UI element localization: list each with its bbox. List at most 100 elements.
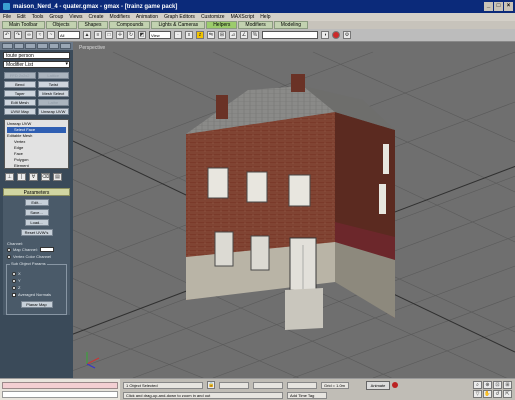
- minimize-button[interactable]: _: [484, 2, 493, 11]
- snap-toggle-icon[interactable]: ⊿: [229, 31, 237, 39]
- zoom-extents-icon[interactable]: ⊡: [493, 381, 502, 389]
- field-of-view-icon[interactable]: ▽: [473, 390, 482, 398]
- zoom-all-icon[interactable]: ⊕: [483, 381, 492, 389]
- mirror-icon[interactable]: ⇋: [207, 31, 215, 39]
- map-channel-spinner[interactable]: [39, 247, 54, 252]
- coord-y-field[interactable]: [253, 381, 283, 389]
- rotate-icon[interactable]: ↻: [127, 31, 135, 39]
- maxscript-mini-listener-input[interactable]: [2, 382, 118, 389]
- uvw-map-button[interactable]: UVW Map: [4, 108, 36, 115]
- object-name-field[interactable]: toute person: [3, 52, 70, 59]
- align-icon[interactable]: ⊞: [218, 31, 226, 39]
- axis-constraint-x-icon[interactable]: x: [185, 31, 193, 39]
- tab-compounds[interactable]: Compounds: [109, 21, 151, 29]
- twist-button[interactable]: Twist: [37, 81, 69, 88]
- menu-group[interactable]: Group: [49, 14, 63, 20]
- named-selection-sets-dropdown[interactable]: [262, 31, 318, 39]
- tab-helpers[interactable]: Helpers: [206, 21, 238, 29]
- pan-icon[interactable]: ✋: [483, 390, 492, 398]
- vertex-color-radio[interactable]: [7, 254, 11, 259]
- quick-render-icon[interactable]: ⚙: [343, 31, 351, 39]
- render-teapot-icon[interactable]: [332, 31, 340, 39]
- scale-icon[interactable]: ◩: [138, 31, 146, 39]
- edit-mesh-button[interactable]: Edit Mesh: [4, 99, 36, 106]
- menu-maxscript[interactable]: MAXScript: [231, 14, 255, 20]
- selection-filter-dropdown[interactable]: All: [58, 31, 80, 39]
- motion-panel-tab[interactable]: [37, 43, 48, 49]
- menu-tools[interactable]: Tools: [32, 14, 44, 20]
- stack-item-element[interactable]: Element: [7, 163, 66, 169]
- perspective-viewport[interactable]: Perspective: [73, 42, 515, 378]
- parameters-rollout-header[interactable]: Parameters: [3, 188, 70, 196]
- link-icon[interactable]: ∞: [25, 31, 33, 39]
- undo-icon[interactable]: ↶: [3, 31, 11, 39]
- viewport-label[interactable]: Perspective: [79, 45, 105, 51]
- tab-main-toolbar[interactable]: Main Toolbar: [2, 21, 45, 29]
- menu-graph-editors[interactable]: Graph Editors: [164, 14, 195, 20]
- hierarchy-panel-tab[interactable]: [25, 43, 37, 49]
- coord-x-field[interactable]: [219, 381, 249, 389]
- maximize-button[interactable]: □: [494, 2, 503, 11]
- mesh-select-button[interactable]: Mesh Select: [37, 90, 69, 97]
- tab-modeling[interactable]: Modeling: [273, 21, 309, 29]
- maximize-viewport-icon[interactable]: ⇱: [503, 390, 512, 398]
- tab-shapes[interactable]: Shapes: [77, 21, 109, 29]
- tab-lights-cameras[interactable]: Lights & Cameras: [151, 21, 206, 29]
- axis-constraint-z-icon[interactable]: z: [196, 31, 204, 39]
- ffd-button[interactable]: FFD 2x2x2: [4, 72, 36, 79]
- taper-button[interactable]: Taper: [4, 90, 36, 97]
- axis-x-radio[interactable]: [12, 271, 16, 276]
- save-button[interactable]: Save...: [24, 209, 49, 216]
- redo-icon[interactable]: ↷: [14, 31, 22, 39]
- display-panel-tab[interactable]: [48, 43, 60, 49]
- zoom-icon[interactable]: ⌕: [473, 381, 482, 389]
- bind-space-warp-icon[interactable]: ~: [47, 31, 55, 39]
- make-unique-icon[interactable]: ∀: [29, 173, 38, 181]
- averaged-normals-checkbox[interactable]: [12, 292, 16, 297]
- remove-modifier-icon[interactable]: ⌫: [41, 173, 50, 181]
- axis-z-radio[interactable]: [12, 285, 16, 290]
- axis-y-radio[interactable]: [12, 278, 16, 283]
- menu-modifiers[interactable]: Modifiers: [110, 14, 130, 20]
- menu-help[interactable]: Help: [260, 14, 270, 20]
- move-icon[interactable]: ✛: [116, 31, 124, 39]
- bend-button[interactable]: Bend: [4, 81, 36, 88]
- close-button[interactable]: ×: [504, 2, 513, 11]
- lathe-button[interactable]: Lathe: [37, 99, 69, 106]
- maxscript-mini-listener-output[interactable]: [2, 391, 118, 398]
- configure-sets-icon[interactable]: ▤: [53, 173, 62, 181]
- map-channel-radio[interactable]: [7, 247, 11, 252]
- reference-coordinate-dropdown[interactable]: View: [149, 31, 171, 39]
- unlink-icon[interactable]: ≈: [36, 31, 44, 39]
- menu-create[interactable]: Create: [89, 14, 104, 20]
- select-object-icon[interactable]: ▲: [83, 31, 91, 39]
- lattice-button[interactable]: Lattice: [37, 72, 69, 79]
- material-editor-icon[interactable]: ◑: [321, 31, 329, 39]
- menu-customize[interactable]: Customize: [201, 14, 225, 20]
- show-end-result-icon[interactable]: |: [17, 173, 26, 181]
- tab-objects[interactable]: Objects: [45, 21, 77, 29]
- unwrap-uvw-button[interactable]: Unwrap UVW: [37, 108, 69, 115]
- utilities-panel-tab[interactable]: [60, 43, 72, 49]
- modify-panel-tab[interactable]: [13, 43, 25, 49]
- edit-button[interactable]: Edit...: [24, 199, 49, 206]
- menu-edit[interactable]: Edit: [17, 14, 26, 20]
- planar-map-button[interactable]: Planar Map: [20, 301, 53, 308]
- angle-snap-icon[interactable]: ∠: [240, 31, 248, 39]
- add-time-tag-button[interactable]: Add Time Tag: [287, 391, 327, 399]
- percent-snap-icon[interactable]: %: [251, 31, 259, 39]
- pin-stack-icon[interactable]: ⊥: [5, 173, 14, 181]
- load-button[interactable]: Load...: [24, 219, 49, 226]
- pivot-icon[interactable]: ·: [174, 31, 182, 39]
- zoom-extents-all-icon[interactable]: ⊞: [503, 381, 512, 389]
- menu-file[interactable]: File: [3, 14, 11, 20]
- coord-z-field[interactable]: [287, 381, 317, 389]
- menu-views[interactable]: Views: [69, 14, 82, 20]
- arc-rotate-icon[interactable]: ↺: [493, 390, 502, 398]
- modifier-list-dropdown[interactable]: Modifier List: [3, 61, 70, 68]
- animate-button[interactable]: Animate: [366, 381, 390, 390]
- lock-selection-icon[interactable]: 🔒: [207, 381, 215, 389]
- select-by-name-icon[interactable]: ≡: [94, 31, 102, 39]
- create-panel-tab[interactable]: [2, 43, 13, 49]
- tab-modifiers[interactable]: Modifiers: [238, 21, 273, 29]
